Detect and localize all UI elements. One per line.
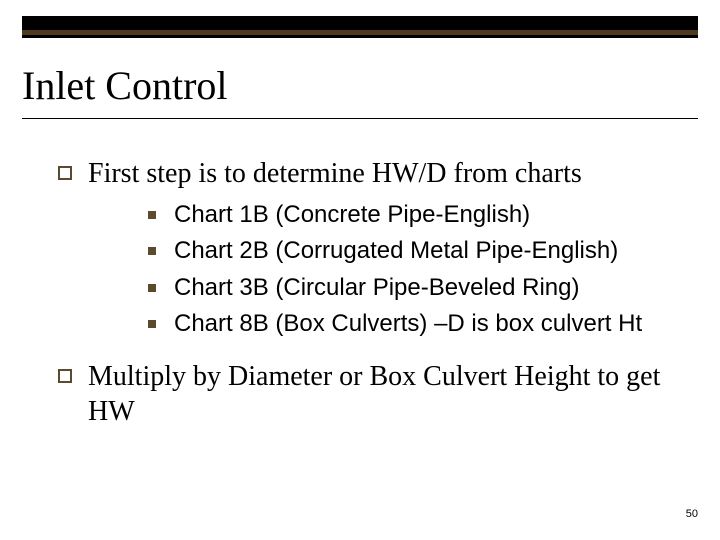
bullet-text: Multiply by Diameter or Box Culvert Heig…: [88, 359, 680, 429]
sub-bullet-text: Chart 2B (Corrugated Metal Pipe-English): [174, 235, 618, 267]
sub-bullet-item: Chart 1B (Concrete Pipe-English): [148, 199, 680, 231]
square-filled-icon: [148, 284, 156, 292]
bullet-text: First step is to determine HW/D from cha…: [88, 156, 582, 191]
header-accent: [22, 30, 698, 35]
sub-bullet-item: Chart 3B (Circular Pipe-Beveled Ring): [148, 272, 680, 304]
body-content: First step is to determine HW/D from cha…: [58, 156, 680, 437]
bullet-item: Multiply by Diameter or Box Culvert Heig…: [58, 359, 680, 429]
square-filled-icon: [148, 247, 156, 255]
square-filled-icon: [148, 211, 156, 219]
sub-bullet-text: Chart 8B (Box Culverts) –D is box culver…: [174, 308, 642, 340]
bullet-item: First step is to determine HW/D from cha…: [58, 156, 680, 191]
sub-bullet-text: Chart 3B (Circular Pipe-Beveled Ring): [174, 272, 580, 304]
slide: Inlet Control First step is to determine…: [0, 0, 720, 540]
sub-bullet-item: Chart 8B (Box Culverts) –D is box culver…: [148, 308, 680, 340]
square-filled-icon: [148, 320, 156, 328]
slide-title: Inlet Control: [22, 62, 698, 109]
square-outline-icon: [58, 166, 72, 180]
sub-bullet-item: Chart 2B (Corrugated Metal Pipe-English): [148, 235, 680, 267]
page-number: 50: [686, 508, 698, 520]
header-band: [22, 16, 698, 38]
square-outline-icon: [58, 369, 72, 383]
title-underline: [22, 118, 698, 119]
sub-list: Chart 1B (Concrete Pipe-English) Chart 2…: [148, 199, 680, 341]
sub-bullet-text: Chart 1B (Concrete Pipe-English): [174, 199, 530, 231]
